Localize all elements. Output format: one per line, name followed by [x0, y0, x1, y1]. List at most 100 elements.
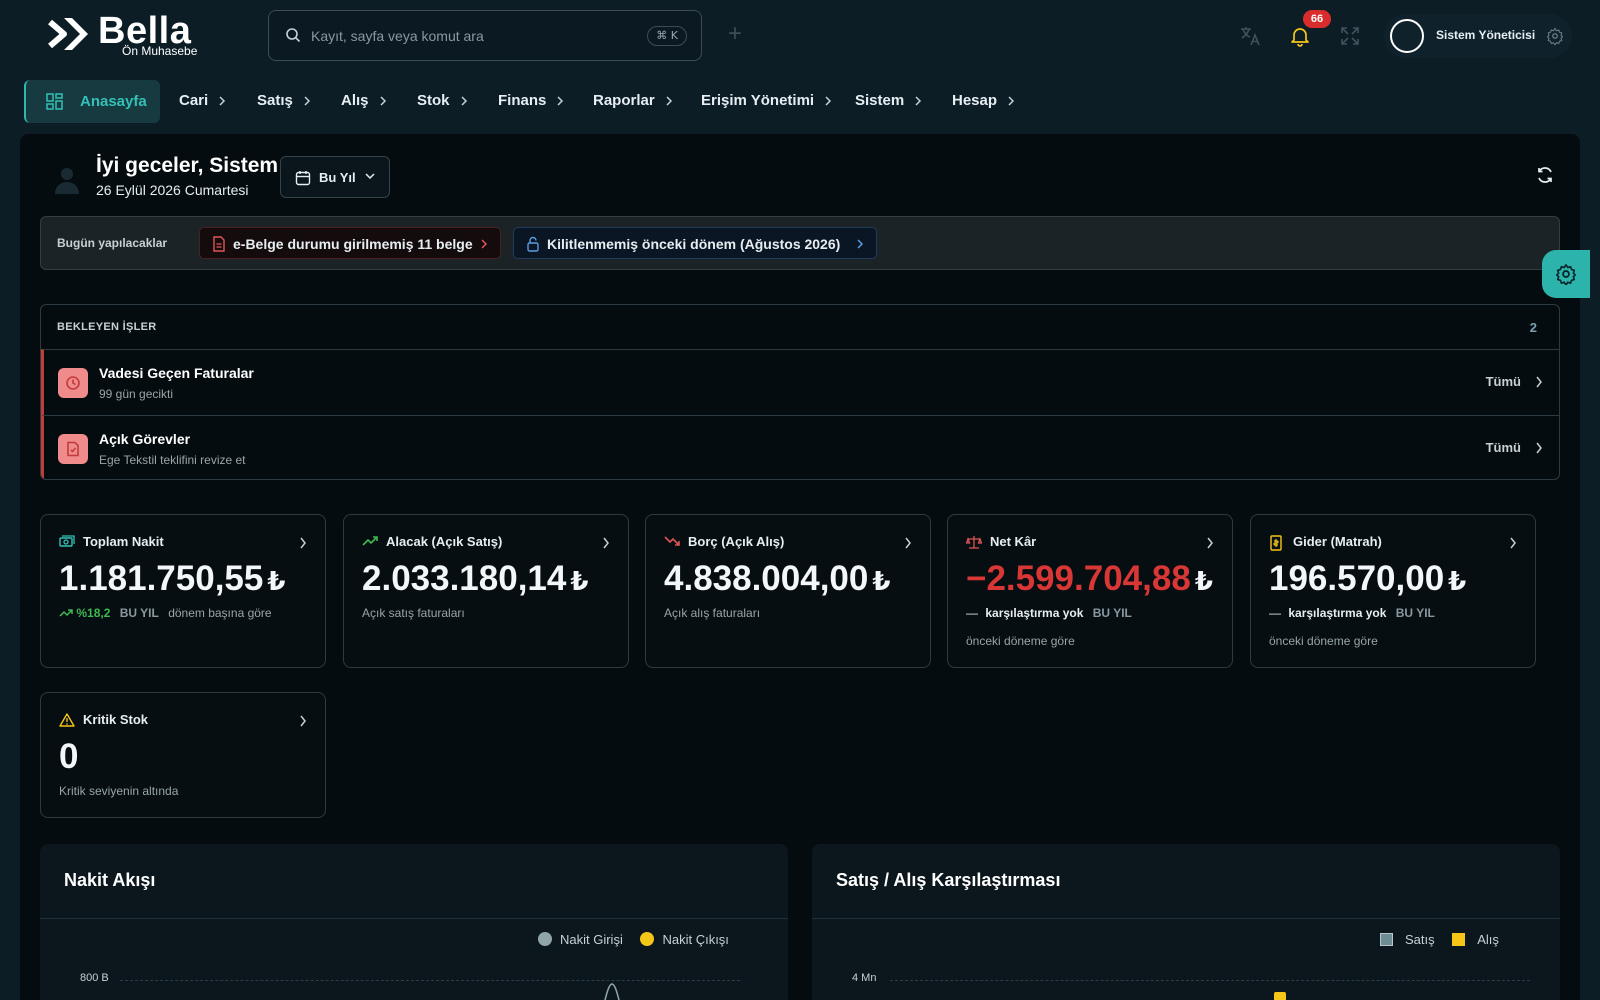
currency-symbol: ₺ [1448, 566, 1467, 596]
greeting-title: İyi geceler, Sistem [96, 154, 279, 177]
user-silhouette-icon [55, 168, 79, 194]
search-shortcut: ⌘ K [647, 26, 687, 46]
pending-row-overdue-invoices[interactable]: Vadesi Geçen Faturalar 99 gün gecikti Tü… [41, 349, 1559, 415]
kpi-card-borc[interactable]: Borç (Açık Alış) 4.838.004,00 ₺ Açık alış… [645, 514, 931, 668]
chevron-right-icon [1536, 442, 1542, 454]
legend-swatch [640, 932, 655, 946]
kpi-title: Kritik Stok [83, 712, 149, 727]
kpi-period: BU YIL [119, 606, 159, 620]
trend-down-icon [664, 536, 680, 546]
kpi-card-gider[interactable]: Gider (Matrah) 196.570,00 ₺ — karşılaştır… [1250, 514, 1536, 668]
view-all-link[interactable]: Tümü [1486, 374, 1521, 389]
nav-item-sistem[interactable]: Sistem [855, 92, 922, 109]
dashboard-panel: İyi geceler, Sistem 26 Eylül 2026 Cumart… [20, 134, 1580, 1000]
legend-swatch [538, 932, 552, 946]
kpi-card-net-kar[interactable]: Net Kâr −2.599.704,88 ₺ — karşılaştırma y… [947, 514, 1233, 668]
user-name: Sistem Yöneticisi [1436, 28, 1536, 42]
kpi-delta-line: — karşılaştırma yok BU YIL [966, 606, 1132, 620]
kpi-title: Toplam Nakit [83, 534, 164, 549]
theme-settings-button[interactable] [1542, 250, 1590, 298]
legend-item-nakit-cikisi[interactable]: Nakit Çıkışı [640, 932, 729, 947]
notification-badge: 66 [1303, 10, 1331, 28]
trend-up-icon [362, 536, 378, 546]
nav-home[interactable]: Anasayfa [24, 80, 160, 123]
gear-icon[interactable] [1546, 27, 1564, 45]
pending-title: BEKLEYEN İŞLER [57, 321, 157, 333]
chevron-right-icon [1207, 537, 1213, 549]
task-icon [58, 434, 88, 464]
nav-item-stok[interactable]: Stok [417, 92, 468, 109]
translate-icon[interactable] [1238, 24, 1262, 48]
todo-chip-period-lock[interactable]: Kilitlenmemiş önceki dönem (Ağustos 2026… [513, 227, 877, 259]
legend-item-satis[interactable]: Satış [1380, 932, 1435, 947]
add-icon[interactable]: + [722, 22, 748, 48]
pending-row-open-tasks[interactable]: Açık Görevler Ege Tekstil teklifini revi… [41, 415, 1559, 479]
nav-item-cari[interactable]: Cari [179, 92, 226, 109]
chevron-right-icon [219, 96, 226, 106]
kpi-title: Alacak (Açık Satış) [386, 534, 503, 549]
legend-item-nakit-girisi[interactable]: Nakit Girişi [538, 932, 623, 947]
kpi-note: Açık alış faturaları [664, 606, 761, 620]
pending-row-title: Vadesi Geçen Faturalar [99, 365, 254, 381]
user-menu[interactable]: Sistem Yöneticisi [1384, 14, 1572, 58]
chevron-right-icon [1510, 537, 1516, 549]
pending-row-subtitle: 99 gün gecikti [99, 387, 174, 401]
search-input[interactable] [311, 23, 611, 49]
scale-icon [966, 536, 982, 549]
chart-legend: Satış Alış [1380, 932, 1499, 947]
kpi-delta-line: %18,2 BU YIL dönem başına göre [59, 606, 272, 620]
kpi-value: 196.570,00 ₺ [1269, 559, 1467, 598]
todo-chip-ebelge[interactable]: e-Belge durumu girilmemiş 11 belge [199, 227, 501, 259]
view-all-link[interactable]: Tümü [1486, 440, 1521, 455]
chart-title: Satış / Alış Karşılaştırması [836, 870, 1061, 890]
legend-item-alis[interactable]: Alış [1452, 932, 1499, 947]
kpi-title: Borç (Açık Alış) [688, 534, 785, 549]
receipt-icon [1270, 535, 1282, 551]
unlock-icon [527, 236, 539, 252]
nav-item-finans[interactable]: Finans [498, 92, 564, 109]
nav-item-erisim-yonetimi[interactable]: Erişim Yönetimi [701, 92, 832, 109]
chart-card-cashflow: Nakit Akışı Nakit Girişi Nakit Çıkışı 80… [40, 844, 788, 1000]
refresh-icon[interactable] [1536, 166, 1554, 184]
kpi-value: 4.838.004,00 ₺ [664, 559, 891, 598]
logo-mark-icon [48, 18, 88, 50]
kpi-card-toplam-nakit[interactable]: Toplam Nakit 1.181.750,55 ₺ %18,2 BU YIL … [40, 514, 326, 668]
grid-line [120, 980, 740, 981]
kpi-title: Gider (Matrah) [1293, 534, 1382, 549]
kpi-card-alacak[interactable]: Alacak (Açık Satış) 2.033.180,14 ₺ Açık s… [343, 514, 629, 668]
currency-symbol: ₺ [570, 566, 589, 596]
nav-item-hesap[interactable]: Hesap [952, 92, 1015, 109]
dashboard-icon [46, 93, 63, 110]
legend-swatch [1452, 933, 1466, 946]
chart-title: Nakit Akışı [64, 870, 156, 890]
chevron-right-icon [1536, 376, 1542, 388]
nav-item-satis[interactable]: Satış [257, 92, 311, 109]
y-axis-tick: 4 Mn [852, 972, 877, 984]
todo-bar: Bugün yapılacaklar e-Belge durumu girilm… [40, 216, 1560, 270]
top-bar: Bella Ön Muhasebe ⌘ K + 66 Sistem Yöneti… [0, 0, 1600, 72]
chart-divider [40, 918, 788, 919]
pending-row-subtitle: Ege Tekstil teklifini revize et [99, 453, 246, 467]
kpi-note: önceki döneme göre [966, 634, 1075, 648]
overdue-clock-icon [58, 368, 88, 398]
todo-chip-text: e-Belge durumu girilmemiş 11 belge [233, 236, 473, 252]
chevron-right-icon [481, 239, 488, 249]
chevron-right-icon [1008, 96, 1015, 106]
document-icon [213, 236, 225, 252]
period-select[interactable]: Bu Yıl [280, 156, 390, 198]
nav-item-raporlar[interactable]: Raporlar [593, 92, 673, 109]
global-search[interactable]: ⌘ K [268, 10, 702, 61]
greeting-date: 26 Eylül 2026 Cumartesi [96, 182, 249, 198]
nav-home-label: Anasayfa [80, 93, 147, 110]
nav-item-alis[interactable]: Alış [341, 92, 387, 109]
brand-logo[interactable]: Bella Ön Muhasebe [46, 8, 216, 60]
cash-icon [59, 535, 75, 547]
trend-up-icon [59, 609, 73, 617]
bar-alis[interactable] [1274, 992, 1286, 1000]
warning-icon [59, 713, 75, 727]
period-label: Bu Yıl [319, 170, 356, 185]
fullscreen-icon[interactable] [1338, 24, 1362, 48]
kpi-card-kritik-stok[interactable]: Kritik Stok 0 Kritik seviyenin altında [40, 692, 326, 818]
legend-swatch [1380, 933, 1393, 946]
chart-divider [812, 918, 1560, 919]
